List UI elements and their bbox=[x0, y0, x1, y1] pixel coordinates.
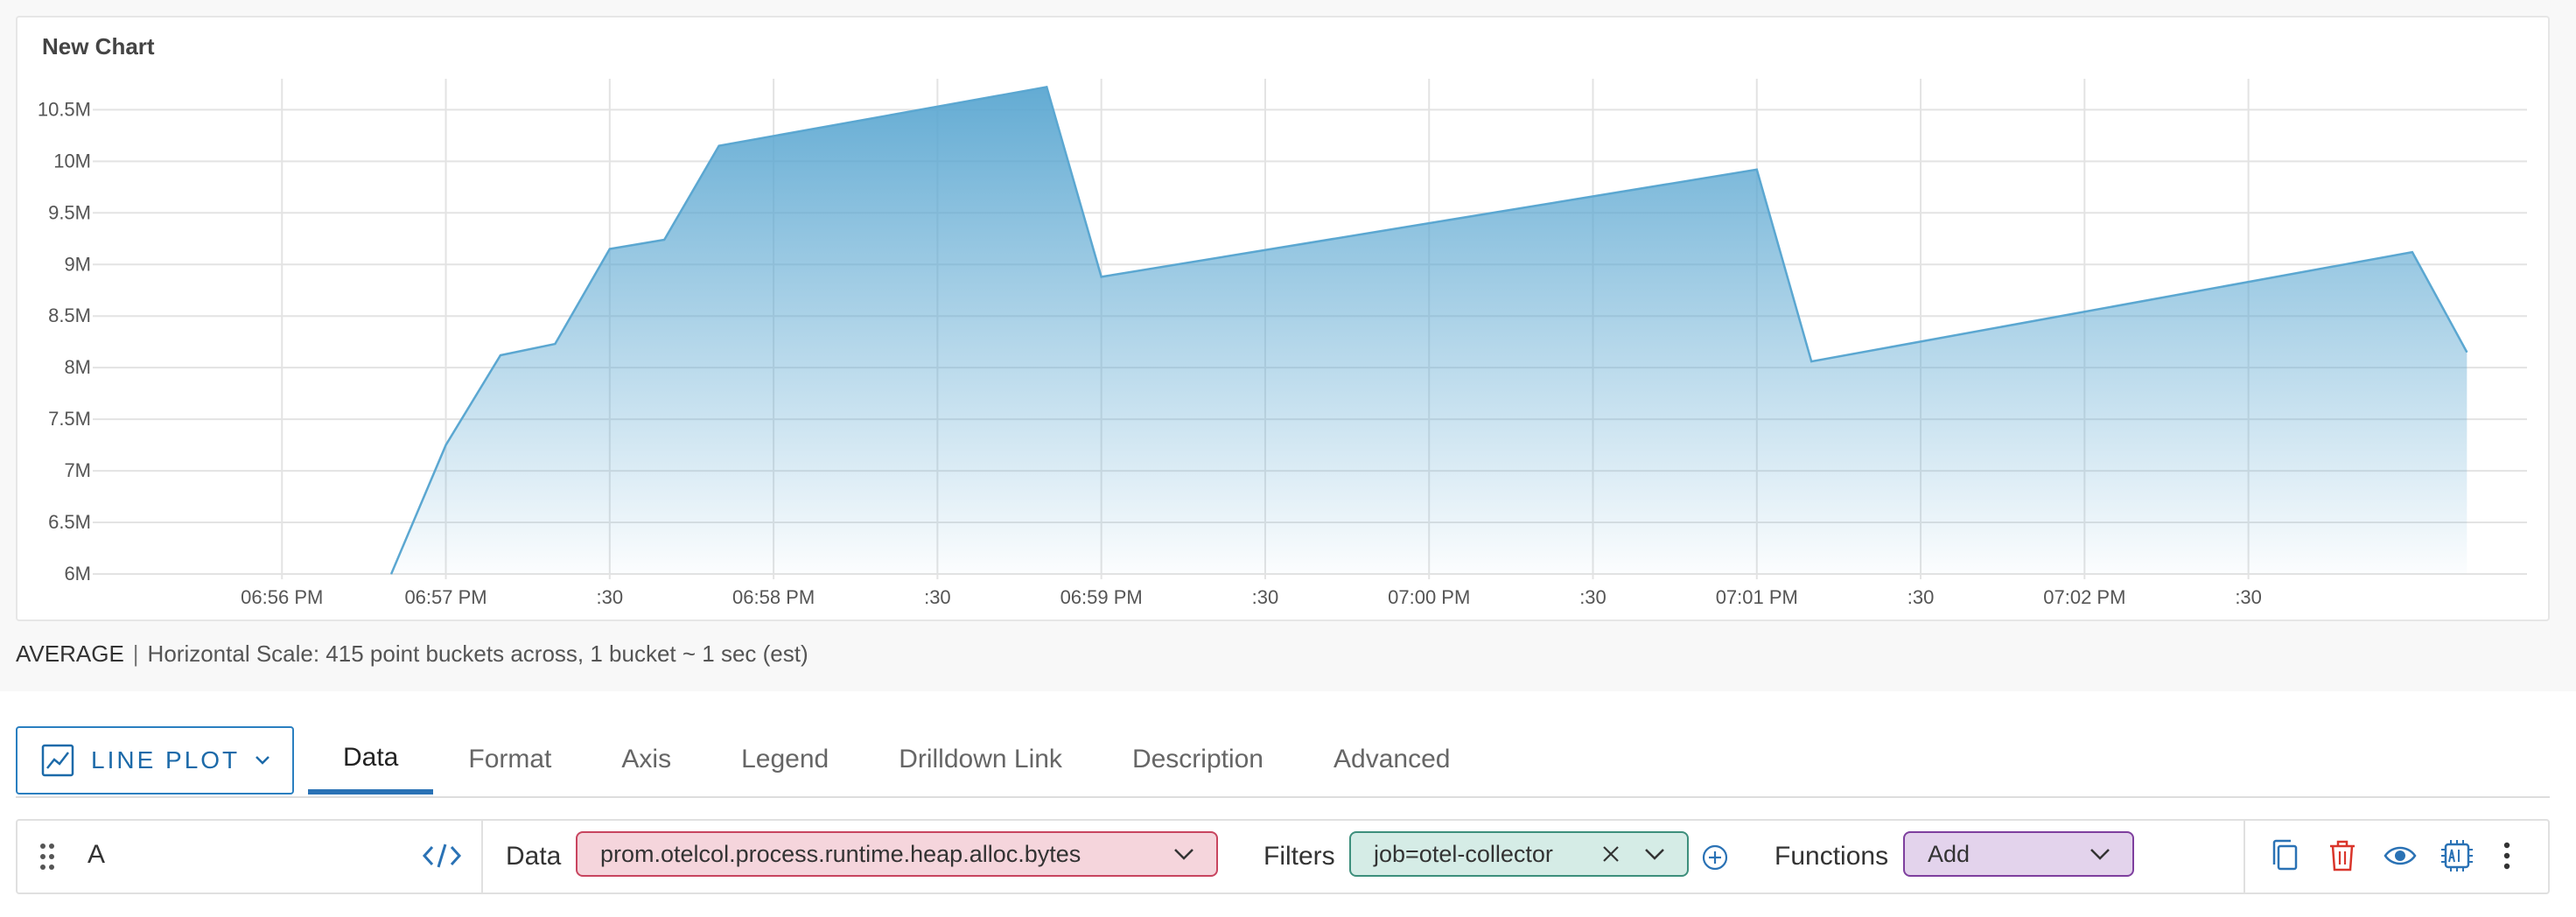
tab-format[interactable]: Format bbox=[433, 726, 586, 793]
aggregation-label: AVERAGE bbox=[16, 640, 124, 667]
line-chart-icon bbox=[40, 743, 75, 778]
tab-legend[interactable]: Legend bbox=[706, 726, 864, 793]
query-row: A Data prom.otelcol.process.runtime.heap… bbox=[16, 819, 2550, 894]
separator: | bbox=[132, 640, 139, 667]
data-point bbox=[663, 239, 665, 241]
tab-data[interactable]: Data bbox=[308, 726, 434, 794]
drag-handle-icon[interactable] bbox=[38, 842, 56, 876]
plus-circle-icon[interactable] bbox=[1701, 844, 1729, 876]
metric-select[interactable]: prom.otelcol.process.runtime.heap.alloc.… bbox=[576, 831, 1218, 877]
plot-type-label: LINE PLOT bbox=[91, 746, 241, 774]
filter-select[interactable]: job=otel-collector bbox=[1349, 831, 1689, 877]
filters-label: Filters bbox=[1264, 842, 1335, 871]
chevron-down-icon bbox=[254, 754, 271, 766]
x-tick-label: 07:01 PM bbox=[1716, 586, 1798, 608]
data-point bbox=[445, 444, 447, 446]
functions-value: Add bbox=[1928, 840, 1970, 867]
y-tick-label: 9.5M bbox=[48, 201, 91, 223]
y-tick-label: 9M bbox=[64, 253, 91, 275]
tabs-divider bbox=[16, 796, 2550, 798]
x-tick-label: :30 bbox=[924, 586, 951, 608]
code-icon[interactable] bbox=[422, 840, 462, 876]
y-tick-label: 8.5M bbox=[48, 304, 91, 326]
y-tick-label: 10.5M bbox=[38, 98, 91, 120]
metric-value: prom.otelcol.process.runtime.heap.alloc.… bbox=[600, 840, 1082, 867]
y-tick-label: 6.5M bbox=[48, 511, 91, 533]
x-tick-label: :30 bbox=[1908, 586, 1935, 608]
tab-axis[interactable]: Axis bbox=[586, 726, 706, 793]
chevron-down-icon bbox=[1172, 847, 1195, 861]
chart-plot: 6M 6.5M 7M 7.5M 8M 8.5M 9M 9.5M 10M 10.5M 06:56 PM… bbox=[38, 79, 2527, 608]
x-tick-label: :30 bbox=[1252, 586, 1279, 608]
divider bbox=[2244, 821, 2245, 892]
x-tick-label: :30 bbox=[597, 586, 624, 608]
editor-tabs: Data Format Axis Legend Drilldown Link D… bbox=[308, 726, 1485, 796]
data-point bbox=[718, 145, 720, 147]
close-icon[interactable] bbox=[1601, 844, 1620, 864]
chart-editor: LINE PLOT Data Format Axis Legend Drilld… bbox=[0, 691, 2576, 917]
x-tick-label: 06:59 PM bbox=[1060, 586, 1143, 608]
tab-advanced[interactable]: Advanced bbox=[1298, 726, 1485, 793]
kebab-icon[interactable] bbox=[2501, 838, 2513, 878]
x-tick-label: :30 bbox=[1579, 586, 1606, 608]
data-point bbox=[1756, 169, 1758, 171]
trash-icon[interactable] bbox=[2328, 838, 2357, 878]
query-label: A bbox=[88, 840, 106, 869]
data-point bbox=[2466, 351, 2468, 353]
data-point bbox=[1046, 86, 1047, 88]
data-point bbox=[390, 573, 392, 575]
chevron-down-icon bbox=[2089, 847, 2111, 861]
data-point bbox=[1101, 276, 1102, 277]
scale-info: AVERAGE | Horizontal Scale: 415 point buck… bbox=[16, 640, 808, 668]
x-tick-label: 06:58 PM bbox=[732, 586, 815, 608]
x-tick-label: 07:02 PM bbox=[2043, 586, 2125, 608]
y-tick-label: 10M bbox=[53, 150, 91, 172]
y-tick-label: 7.5M bbox=[48, 408, 91, 430]
functions-select[interactable]: Add bbox=[1903, 831, 2134, 877]
ai-chip-icon[interactable] bbox=[2440, 838, 2474, 878]
functions-label: Functions bbox=[1774, 842, 1889, 871]
copy-icon[interactable] bbox=[2270, 838, 2300, 878]
x-tick-label: 06:57 PM bbox=[404, 586, 486, 608]
x-tick-label: 07:00 PM bbox=[1388, 586, 1470, 608]
data-point bbox=[1810, 360, 1812, 362]
scale-description: Horizontal Scale: 415 point buckets acro… bbox=[147, 640, 808, 667]
filter-value: job=otel-collector bbox=[1374, 840, 1553, 867]
data-point bbox=[554, 343, 556, 345]
plot-type-button[interactable]: LINE PLOT bbox=[16, 726, 294, 794]
y-tick-label: 6M bbox=[64, 563, 91, 584]
y-tick-label: 7M bbox=[64, 459, 91, 481]
divider bbox=[481, 821, 483, 892]
x-tick-label: :30 bbox=[2235, 586, 2262, 608]
data-point bbox=[609, 248, 611, 250]
tab-drilldown-link[interactable]: Drilldown Link bbox=[864, 726, 1097, 793]
eye-icon[interactable] bbox=[2384, 838, 2417, 878]
data-label: Data bbox=[506, 842, 562, 871]
chevron-down-icon bbox=[1643, 847, 1666, 861]
y-tick-label: 8M bbox=[64, 356, 91, 378]
tab-description[interactable]: Description bbox=[1097, 726, 1298, 793]
x-tick-label: 06:56 PM bbox=[241, 586, 323, 608]
